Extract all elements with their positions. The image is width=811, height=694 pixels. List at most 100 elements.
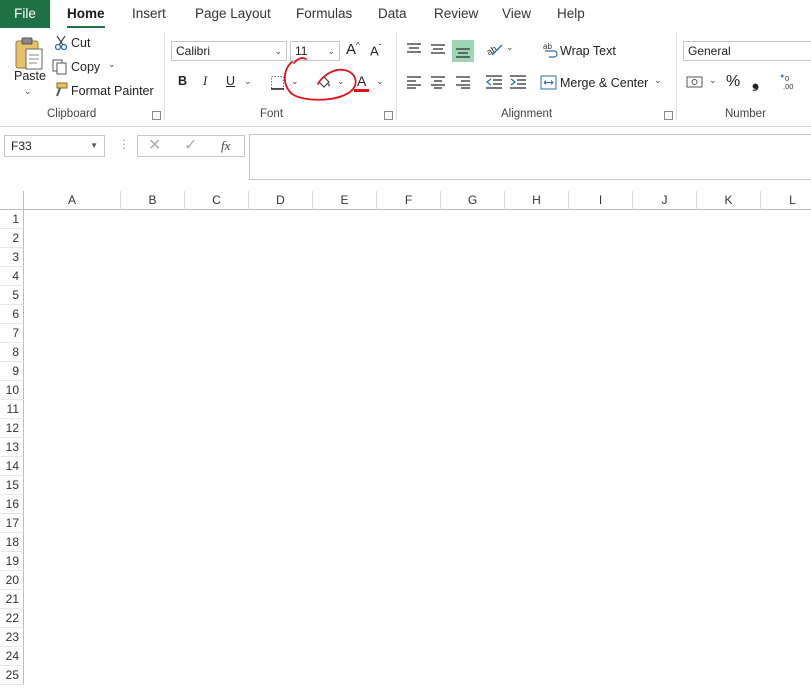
tab-data[interactable]: Data	[378, 0, 407, 28]
column-header-l[interactable]: L	[761, 191, 811, 210]
row-header-5[interactable]: 5	[0, 286, 24, 305]
bold-button[interactable]: B	[178, 74, 187, 88]
column-header-a[interactable]: A	[24, 191, 121, 210]
paste-icon[interactable]	[12, 36, 46, 72]
orientation-icon[interactable]: ab	[486, 41, 504, 57]
increase-decimal-icon[interactable]: 0 .00	[780, 73, 800, 91]
underline-chevron-down-icon[interactable]: ⌄	[244, 76, 252, 87]
row-header-13[interactable]: 13	[0, 438, 24, 457]
row-header-17[interactable]: 17	[0, 514, 24, 533]
font-color-chevron-down-icon[interactable]: ⌄	[376, 76, 384, 87]
row-header-19[interactable]: 19	[0, 552, 24, 571]
tab-view[interactable]: View	[502, 0, 531, 28]
cancel-icon[interactable]: ✕	[148, 136, 161, 156]
formula-input[interactable]	[249, 134, 811, 180]
column-header-j[interactable]: J	[633, 191, 697, 210]
top-align-icon[interactable]	[406, 42, 422, 56]
name-box-value: F33	[11, 139, 32, 153]
tab-file[interactable]: File	[0, 0, 50, 28]
row-header-3[interactable]: 3	[0, 248, 24, 267]
decrease-indent-icon[interactable]	[485, 74, 503, 90]
row-header-10[interactable]: 10	[0, 381, 24, 400]
row-header-12[interactable]: 12	[0, 419, 24, 438]
font-name-dropdown[interactable]: Calibri ⌄	[171, 41, 287, 61]
row-header-20[interactable]: 20	[0, 571, 24, 590]
paste-chevron-down-icon[interactable]: ⌄	[24, 86, 32, 97]
select-all-corner[interactable]	[0, 191, 24, 210]
row-header-14[interactable]: 14	[0, 457, 24, 476]
group-divider	[676, 32, 677, 120]
row-header-25[interactable]: 25	[0, 666, 24, 685]
alignment-dialog-launcher-icon[interactable]	[664, 111, 673, 120]
align-right-icon[interactable]	[455, 75, 471, 89]
percent-style-button[interactable]: %	[726, 73, 740, 91]
tab-home[interactable]: Home	[67, 0, 105, 28]
row-header-11[interactable]: 11	[0, 400, 24, 419]
tab-help[interactable]: Help	[557, 0, 585, 28]
group-divider	[164, 32, 165, 120]
decrease-font-size-icon[interactable]: Aˇ	[370, 43, 381, 58]
enter-check-icon[interactable]: ✓	[184, 136, 197, 156]
column-header-i[interactable]: I	[569, 191, 633, 210]
column-header-d[interactable]: D	[249, 191, 313, 210]
column-header-h[interactable]: H	[505, 191, 569, 210]
tab-page-layout[interactable]: Page Layout	[195, 0, 271, 28]
italic-button[interactable]: I	[203, 74, 207, 89]
row-header-18[interactable]: 18	[0, 533, 24, 552]
name-box[interactable]: F33 ▼	[4, 135, 105, 157]
font-dialog-launcher-icon[interactable]	[384, 111, 393, 120]
row-header-22[interactable]: 22	[0, 609, 24, 628]
format-painter-button[interactable]: Format Painter	[71, 84, 154, 98]
copy-chevron-down-icon[interactable]: ⌄	[108, 59, 116, 70]
formula-bar-grip-icon[interactable]: ⋮	[118, 137, 130, 151]
svg-text:ab: ab	[543, 42, 552, 51]
annotation-circle	[283, 57, 357, 101]
copy-button[interactable]: Copy	[71, 60, 100, 74]
column-header-b[interactable]: B	[121, 191, 185, 210]
row-header-6[interactable]: 6	[0, 305, 24, 324]
underline-button[interactable]: U	[226, 74, 235, 88]
cut-button[interactable]: Cut	[71, 36, 90, 50]
wrap-text-button[interactable]: Wrap Text	[560, 44, 616, 58]
bottom-align-button[interactable]	[452, 40, 474, 62]
clipboard-group-label: Clipboard	[47, 108, 97, 120]
column-header-f[interactable]: F	[377, 191, 441, 210]
orientation-chevron-down-icon[interactable]: ⌄	[506, 42, 514, 53]
accounting-chevron-down-icon[interactable]: ⌄	[709, 75, 717, 86]
merge-chevron-down-icon[interactable]: ⌄	[654, 75, 662, 86]
column-header-g[interactable]: G	[441, 191, 505, 210]
paste-button[interactable]: Paste	[14, 69, 46, 83]
column-header-c[interactable]: C	[185, 191, 249, 210]
column-header-k[interactable]: K	[697, 191, 761, 210]
tab-insert[interactable]: Insert	[132, 0, 166, 28]
row-header-9[interactable]: 9	[0, 362, 24, 381]
comma-style-button[interactable]: ❟	[752, 71, 759, 92]
clipboard-dialog-launcher-icon[interactable]	[152, 111, 161, 120]
row-header-15[interactable]: 15	[0, 476, 24, 495]
tab-formulas[interactable]: Formulas	[296, 0, 352, 28]
spreadsheet-grid: ABCDEFGHIJKL 1 2 3 4 5 6 7 8 9 10 11 12 13 14 15 16 17 18…	[0, 191, 811, 694]
row-header-16[interactable]: 16	[0, 495, 24, 514]
row-header-23[interactable]: 23	[0, 628, 24, 647]
row-header-2[interactable]: 2	[0, 229, 24, 248]
row-header-8[interactable]: 8	[0, 343, 24, 362]
row-header-21[interactable]: 21	[0, 590, 24, 609]
row-header-7[interactable]: 7	[0, 324, 24, 343]
name-box-dropdown-icon[interactable]: ▼	[90, 136, 98, 156]
column-header-e[interactable]: E	[313, 191, 377, 210]
number-format-dropdown[interactable]: General	[683, 41, 811, 61]
accounting-format-icon[interactable]	[686, 75, 704, 89]
row-header-24[interactable]: 24	[0, 647, 24, 666]
merge-center-icon	[540, 75, 557, 90]
cell-area[interactable]	[24, 210, 811, 694]
tab-review[interactable]: Review	[434, 0, 478, 28]
middle-align-icon[interactable]	[430, 42, 446, 56]
row-header-1[interactable]: 1	[0, 210, 24, 229]
insert-function-icon[interactable]: fx	[221, 136, 230, 156]
align-center-icon[interactable]	[430, 75, 446, 89]
align-left-icon[interactable]	[406, 75, 422, 89]
format-painter-icon	[56, 82, 68, 97]
row-header-4[interactable]: 4	[0, 267, 24, 286]
merge-center-button[interactable]: Merge & Center	[560, 76, 648, 90]
increase-indent-icon[interactable]	[509, 74, 527, 90]
